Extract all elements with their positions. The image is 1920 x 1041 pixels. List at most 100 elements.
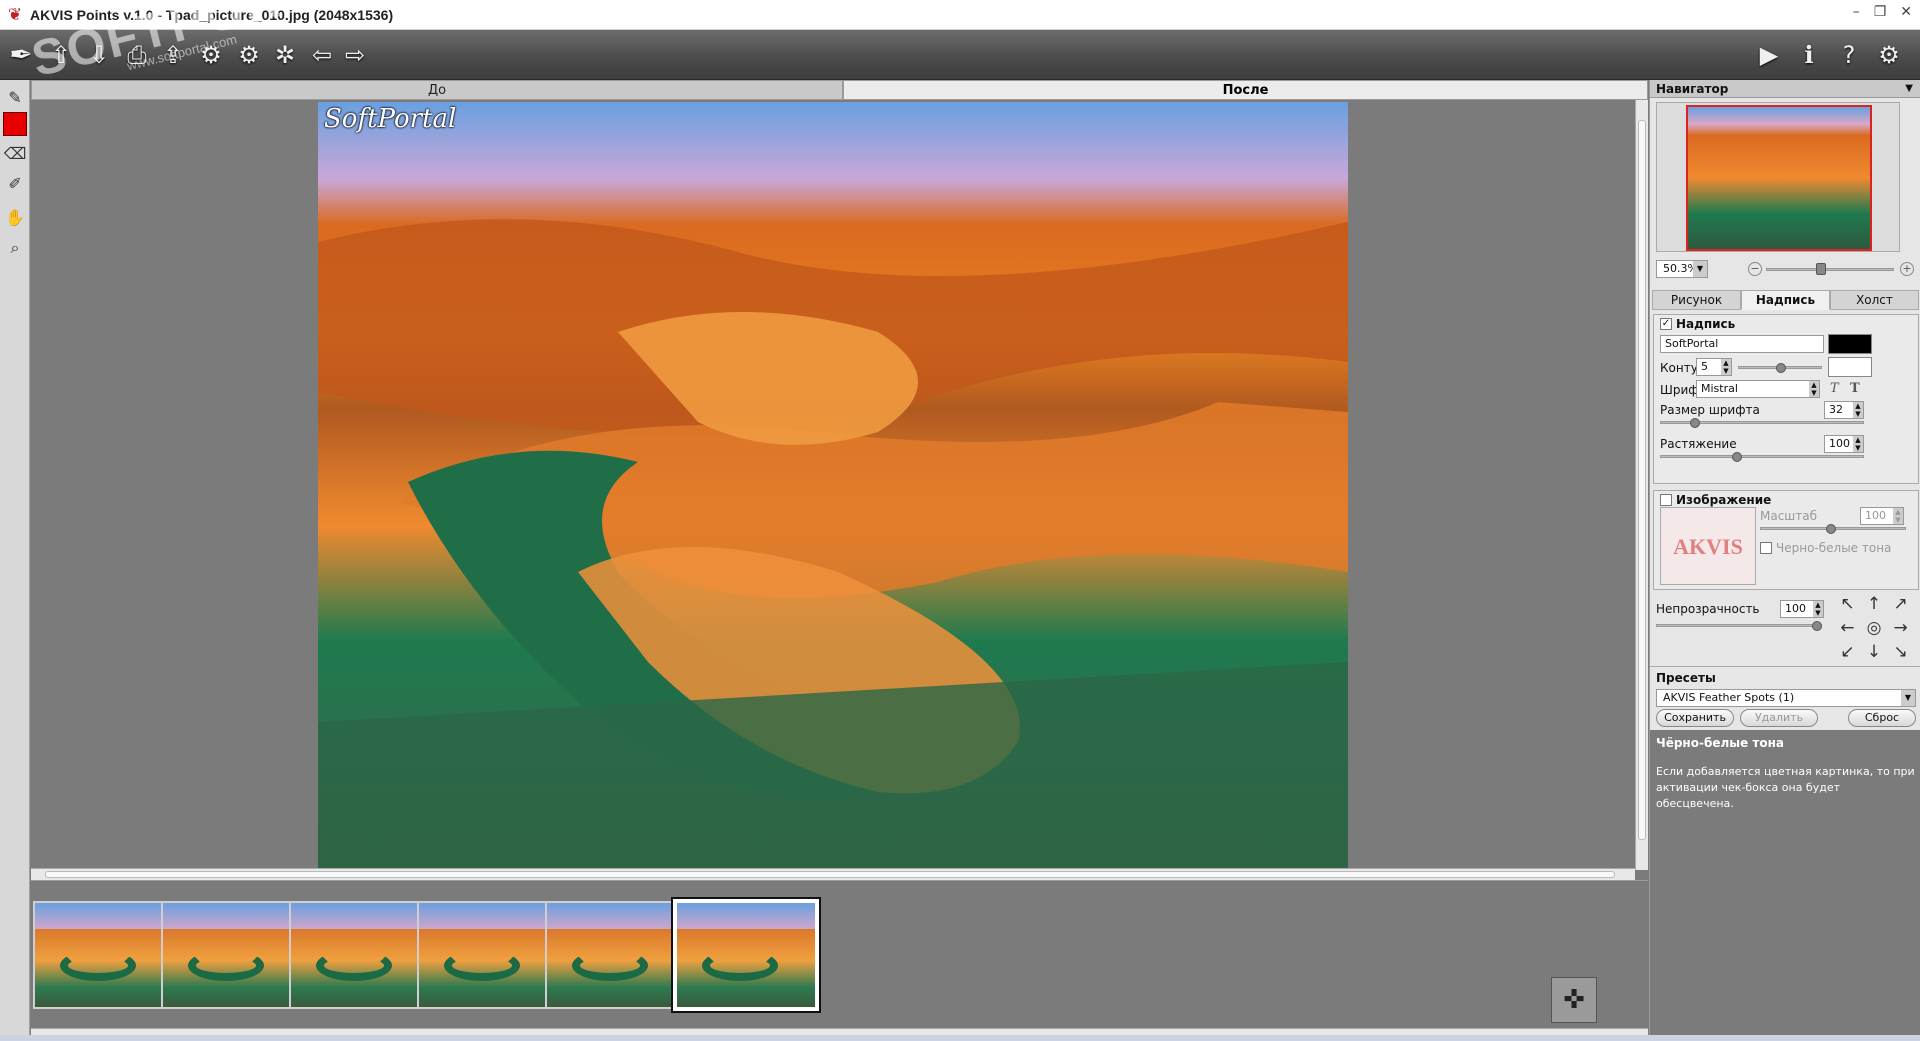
stretch-value: 100 bbox=[1829, 437, 1850, 450]
opacity-input[interactable]: 100 ▲ ▼ bbox=[1780, 600, 1824, 618]
contour-slider-handle[interactable] bbox=[1776, 363, 1786, 373]
pin-icon[interactable]: ✜ bbox=[1551, 977, 1597, 1023]
tab-after[interactable]: После bbox=[843, 80, 1648, 100]
text-group-title: Надпись bbox=[1676, 317, 1736, 331]
scale-input[interactable]: 100 ▲ ▼ bbox=[1860, 507, 1904, 525]
undo-arrow-icon[interactable]: ⇦ bbox=[305, 38, 339, 72]
zoom-row: 50.3% ▼ − + bbox=[1656, 260, 1916, 280]
font-size-slider-handle[interactable] bbox=[1690, 418, 1700, 428]
thumbnail-item[interactable] bbox=[33, 901, 175, 1009]
stretch-slider-handle[interactable] bbox=[1732, 452, 1742, 462]
dropdown-arrow-icon[interactable]: ▼ bbox=[1693, 261, 1707, 277]
italic-icon[interactable]: T bbox=[1830, 381, 1839, 396]
position-bottom-right-icon[interactable]: ↘ bbox=[1887, 640, 1914, 664]
preset-value: AKVIS Feather Spots (1) bbox=[1663, 691, 1795, 704]
save-preset-button[interactable]: Сохранить bbox=[1656, 709, 1734, 727]
import-settings-icon[interactable]: ⚙ bbox=[194, 38, 228, 72]
redo-arrow-icon[interactable]: ⇨ bbox=[338, 38, 372, 72]
scale-label: Масштаб bbox=[1760, 509, 1818, 523]
thumbnail-item[interactable] bbox=[289, 901, 431, 1009]
dropdown-arrow-icon[interactable]: ▼ bbox=[1901, 690, 1915, 706]
spin-arrows-icon[interactable]: ▲ ▼ bbox=[1813, 601, 1823, 617]
zoom-out-icon[interactable]: − bbox=[1748, 262, 1762, 276]
position-top-left-icon[interactable]: ↖ bbox=[1834, 592, 1861, 616]
image-enable-checkbox[interactable] bbox=[1660, 494, 1672, 506]
zoom-slider[interactable] bbox=[1766, 268, 1894, 271]
zoom-slider-handle[interactable] bbox=[1816, 263, 1826, 275]
run-play-icon[interactable]: ▶ bbox=[1752, 38, 1786, 72]
position-top-right-icon[interactable]: ↗ bbox=[1887, 592, 1914, 616]
settings-gear-icon[interactable]: ✲ bbox=[268, 38, 302, 72]
save-icon[interactable]: ⇩ bbox=[82, 38, 116, 72]
history-brush-icon[interactable]: ✐ bbox=[3, 172, 27, 196]
horizontal-scrollbar[interactable] bbox=[31, 868, 1635, 880]
navigator-viewport-frame[interactable] bbox=[1686, 105, 1872, 251]
position-right-icon[interactable]: → bbox=[1887, 616, 1914, 640]
vertical-scroll-thumb[interactable] bbox=[1638, 120, 1646, 840]
bw-tones-label: Черно-белые тона bbox=[1776, 541, 1892, 555]
left-toolbar: ✎ ⌫ ✐ ✋ ⌕ bbox=[0, 80, 30, 1041]
eraser-icon[interactable]: ⌫ bbox=[3, 142, 27, 166]
zoom-in-icon[interactable]: + bbox=[1900, 262, 1914, 276]
result-image[interactable]: SoftPortal bbox=[318, 102, 1348, 872]
bold-icon[interactable]: T bbox=[1850, 381, 1860, 396]
stretch-input[interactable]: 100 ▲ ▼ bbox=[1824, 435, 1864, 453]
tab-drawing[interactable]: Рисунок bbox=[1652, 290, 1741, 310]
tab-before[interactable]: До bbox=[31, 80, 843, 100]
brush-tool-icon[interactable]: ✎ bbox=[3, 86, 27, 110]
spin-arrows-icon[interactable]: ▲ ▼ bbox=[1853, 402, 1863, 418]
info-icon[interactable]: ℹ bbox=[1792, 38, 1826, 72]
collapse-arrow-icon[interactable]: ▼ bbox=[1905, 80, 1913, 98]
position-top-icon[interactable]: ↑ bbox=[1861, 592, 1888, 616]
reset-preset-button[interactable]: Сброс bbox=[1848, 709, 1916, 727]
horizontal-scroll-thumb[interactable] bbox=[45, 871, 1615, 878]
thumbnail-item[interactable] bbox=[545, 901, 687, 1009]
thumbnail-item[interactable] bbox=[417, 901, 559, 1009]
text-enable-checkbox[interactable]: ✓ bbox=[1660, 318, 1672, 330]
open-icon[interactable]: ⇧ bbox=[44, 38, 78, 72]
color-swatch-icon[interactable] bbox=[3, 112, 27, 136]
tab-text[interactable]: Надпись bbox=[1741, 290, 1830, 310]
position-center-icon[interactable]: ◎ bbox=[1861, 616, 1888, 640]
upload-icon[interactable]: ⇪ bbox=[156, 38, 190, 72]
thumbnail-item[interactable] bbox=[161, 901, 303, 1009]
print-icon[interactable]: ⎙ bbox=[120, 38, 154, 72]
preset-select[interactable]: AKVIS Feather Spots (1) ▼ bbox=[1656, 689, 1916, 707]
position-left-icon[interactable]: ← bbox=[1834, 616, 1861, 640]
text-input[interactable]: SoftPortal bbox=[1660, 335, 1824, 353]
navigator-header: Навигатор ▼ bbox=[1650, 80, 1920, 98]
contour-input[interactable]: 5 ▲ ▼ bbox=[1696, 358, 1732, 376]
akvis-horse-logo[interactable]: AKVIS bbox=[1660, 507, 1756, 585]
bw-tones-checkbox[interactable] bbox=[1760, 542, 1772, 554]
scale-slider-handle[interactable] bbox=[1826, 524, 1836, 534]
zoom-icon[interactable]: ⌕ bbox=[3, 236, 27, 260]
text-color-swatch[interactable] bbox=[1828, 334, 1872, 354]
thumbnail-item[interactable] bbox=[671, 897, 821, 1013]
contour-color-swatch[interactable] bbox=[1828, 357, 1872, 377]
position-bottom-left-icon[interactable]: ↙ bbox=[1834, 640, 1861, 664]
dropdown-arrow-icon[interactable]: ▲ ▼ bbox=[1809, 381, 1819, 397]
navigator-preview[interactable] bbox=[1656, 102, 1900, 252]
tab-canvas[interactable]: Холст bbox=[1830, 290, 1919, 310]
zoom-select[interactable]: 50.3% ▼ bbox=[1656, 260, 1708, 278]
close-icon[interactable]: ✕ bbox=[1900, 4, 1912, 20]
text-position-grid: ↖ ↑ ↗ ← ◎ → ↙ ↓ ↘ bbox=[1834, 592, 1914, 664]
position-bottom-icon[interactable]: ↓ bbox=[1861, 640, 1888, 664]
contour-value: 5 bbox=[1701, 360, 1708, 373]
font-size-input[interactable]: 32 ▲ ▼ bbox=[1824, 401, 1864, 419]
vertical-scrollbar[interactable] bbox=[1635, 100, 1648, 870]
delete-preset-button[interactable]: Удалить bbox=[1740, 709, 1818, 727]
stretch-slider[interactable] bbox=[1660, 455, 1864, 458]
opacity-slider[interactable] bbox=[1656, 624, 1822, 627]
preferences-gear-icon[interactable]: ⚙ bbox=[1872, 38, 1906, 72]
hand-icon[interactable]: ✋ bbox=[3, 206, 27, 230]
spin-arrows-icon[interactable]: ▲ ▼ bbox=[1853, 436, 1863, 452]
restore-icon[interactable]: ❐ bbox=[1874, 4, 1887, 20]
export-settings-icon[interactable]: ⚙ bbox=[232, 38, 266, 72]
spin-arrows-icon[interactable]: ▲ ▼ bbox=[1893, 508, 1903, 524]
opacity-slider-handle[interactable] bbox=[1812, 621, 1822, 631]
help-icon[interactable]: ? bbox=[1832, 38, 1866, 72]
minimize-icon[interactable]: – bbox=[1853, 4, 1860, 20]
font-select[interactable]: Mistral ▲ ▼ bbox=[1696, 380, 1820, 398]
spin-arrows-icon[interactable]: ▲ ▼ bbox=[1721, 359, 1731, 375]
